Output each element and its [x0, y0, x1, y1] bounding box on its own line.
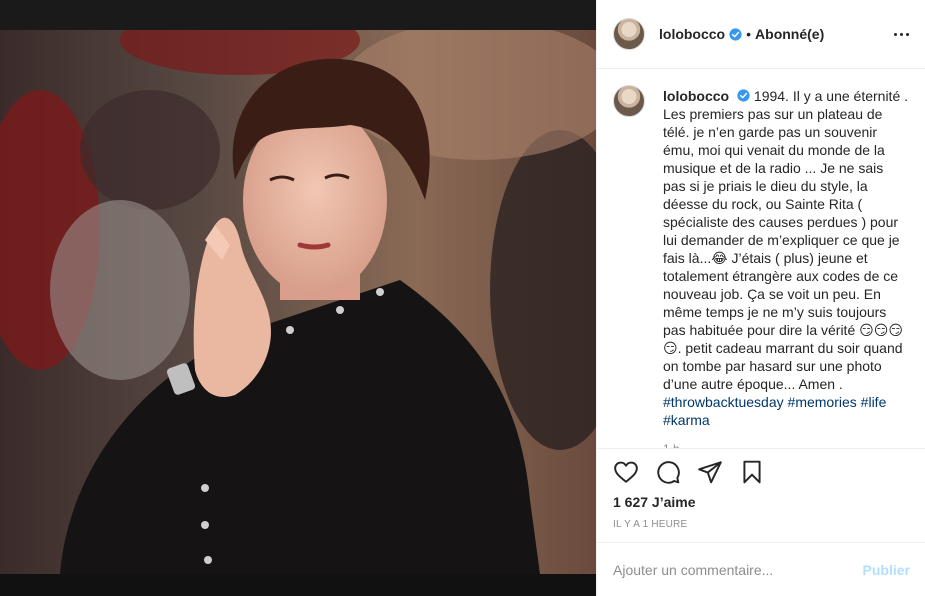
posted-timestamp[interactable]: IL Y A 1 HEURE — [613, 519, 687, 530]
paper-plane-icon[interactable] — [697, 459, 723, 485]
post-photo[interactable] — [0, 0, 596, 596]
caption-section: lolobocco 1994. Il y a une éternité . Le… — [597, 69, 925, 448]
comment-icon[interactable] — [655, 459, 681, 485]
photo-letterbox-bottom — [0, 574, 596, 596]
photo-letterbox-top — [0, 0, 596, 30]
caption-avatar[interactable] — [613, 85, 645, 117]
heart-icon[interactable] — [613, 459, 639, 485]
comment-bar: Publier — [597, 542, 925, 596]
verified-badge-icon — [737, 89, 750, 102]
verified-badge-icon — [729, 27, 742, 41]
hashtag-link[interactable]: #karma — [663, 412, 710, 428]
bookmark-icon[interactable] — [739, 459, 765, 485]
caption-text: 1994. Il y a une éternité . Les premiers… — [663, 88, 909, 392]
caption-text-block: lolobocco 1994. Il y a une éternité . Le… — [663, 87, 909, 429]
hashtag-link[interactable]: #life — [861, 394, 887, 410]
comment-input[interactable] — [613, 561, 863, 578]
follow-separator: • — [746, 26, 752, 42]
publish-button[interactable]: Publier — [863, 562, 910, 578]
likes-count[interactable]: 1 627 J’aime — [613, 494, 696, 510]
post-actions — [597, 448, 925, 494]
header-username[interactable]: lolobocco — [659, 26, 725, 42]
hashtag-link[interactable]: #memories — [788, 394, 857, 410]
caption-username[interactable]: lolobocco — [663, 88, 729, 104]
post-side-panel: lolobocco • Abonné(e) lolobocco 1994. Il… — [596, 0, 925, 596]
post-image — [0, 30, 596, 574]
hashtag-link[interactable]: #throwbacktuesday — [663, 394, 784, 410]
follow-status-button[interactable]: Abonné(e) — [755, 26, 824, 42]
post-header: lolobocco • Abonné(e) — [597, 0, 925, 69]
avatar[interactable] — [613, 18, 645, 50]
more-options-icon[interactable] — [894, 27, 909, 42]
